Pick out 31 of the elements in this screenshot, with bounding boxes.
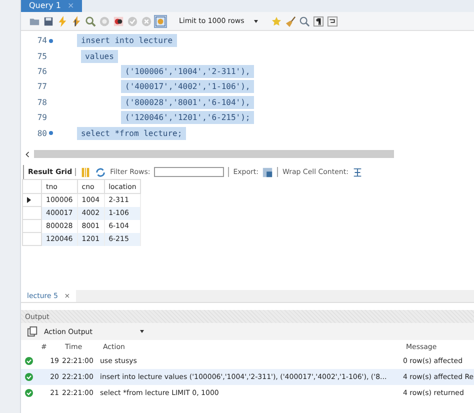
copy-icon[interactable]: [27, 326, 38, 337]
line-number: 75: [36, 52, 47, 61]
line-number: 74: [36, 36, 47, 46]
statement-dot-icon: [49, 38, 53, 43]
filter-field[interactable]: [154, 167, 224, 177]
export-icon[interactable]: [262, 166, 274, 178]
query-tab[interactable]: Query 1 ×: [21, 0, 82, 12]
line-number: 80: [36, 128, 47, 138]
wrap-icon[interactable]: [327, 16, 338, 26]
success-icon: [25, 373, 33, 381]
success-icon: [25, 389, 33, 397]
line-number: 77: [36, 82, 47, 92]
toggle-icon[interactable]: [113, 16, 124, 26]
search-icon[interactable]: [299, 16, 310, 26]
line-number: 76: [36, 66, 47, 76]
statement-dot-icon: [49, 131, 53, 136]
scroll-left-icon[interactable]: [25, 150, 30, 158]
line-number: 78: [36, 98, 47, 107]
current-row-icon: [27, 197, 31, 203]
autocommit-icon[interactable]: [155, 16, 166, 26]
paragraph-icon[interactable]: [313, 16, 324, 26]
line-number: 79: [36, 113, 47, 122]
broom-icon[interactable]: [285, 16, 296, 26]
scrollbar-thumb[interactable]: [34, 150, 394, 158]
magnifier-icon[interactable]: [85, 16, 96, 26]
star-icon[interactable]: [271, 16, 282, 26]
success-icon: [25, 357, 33, 365]
save-icon[interactable]: [43, 16, 54, 26]
wrap-cell-icon[interactable]: [352, 166, 364, 178]
refresh-icon[interactable]: [95, 166, 106, 178]
lightning-cursor-icon[interactable]: [71, 16, 82, 26]
